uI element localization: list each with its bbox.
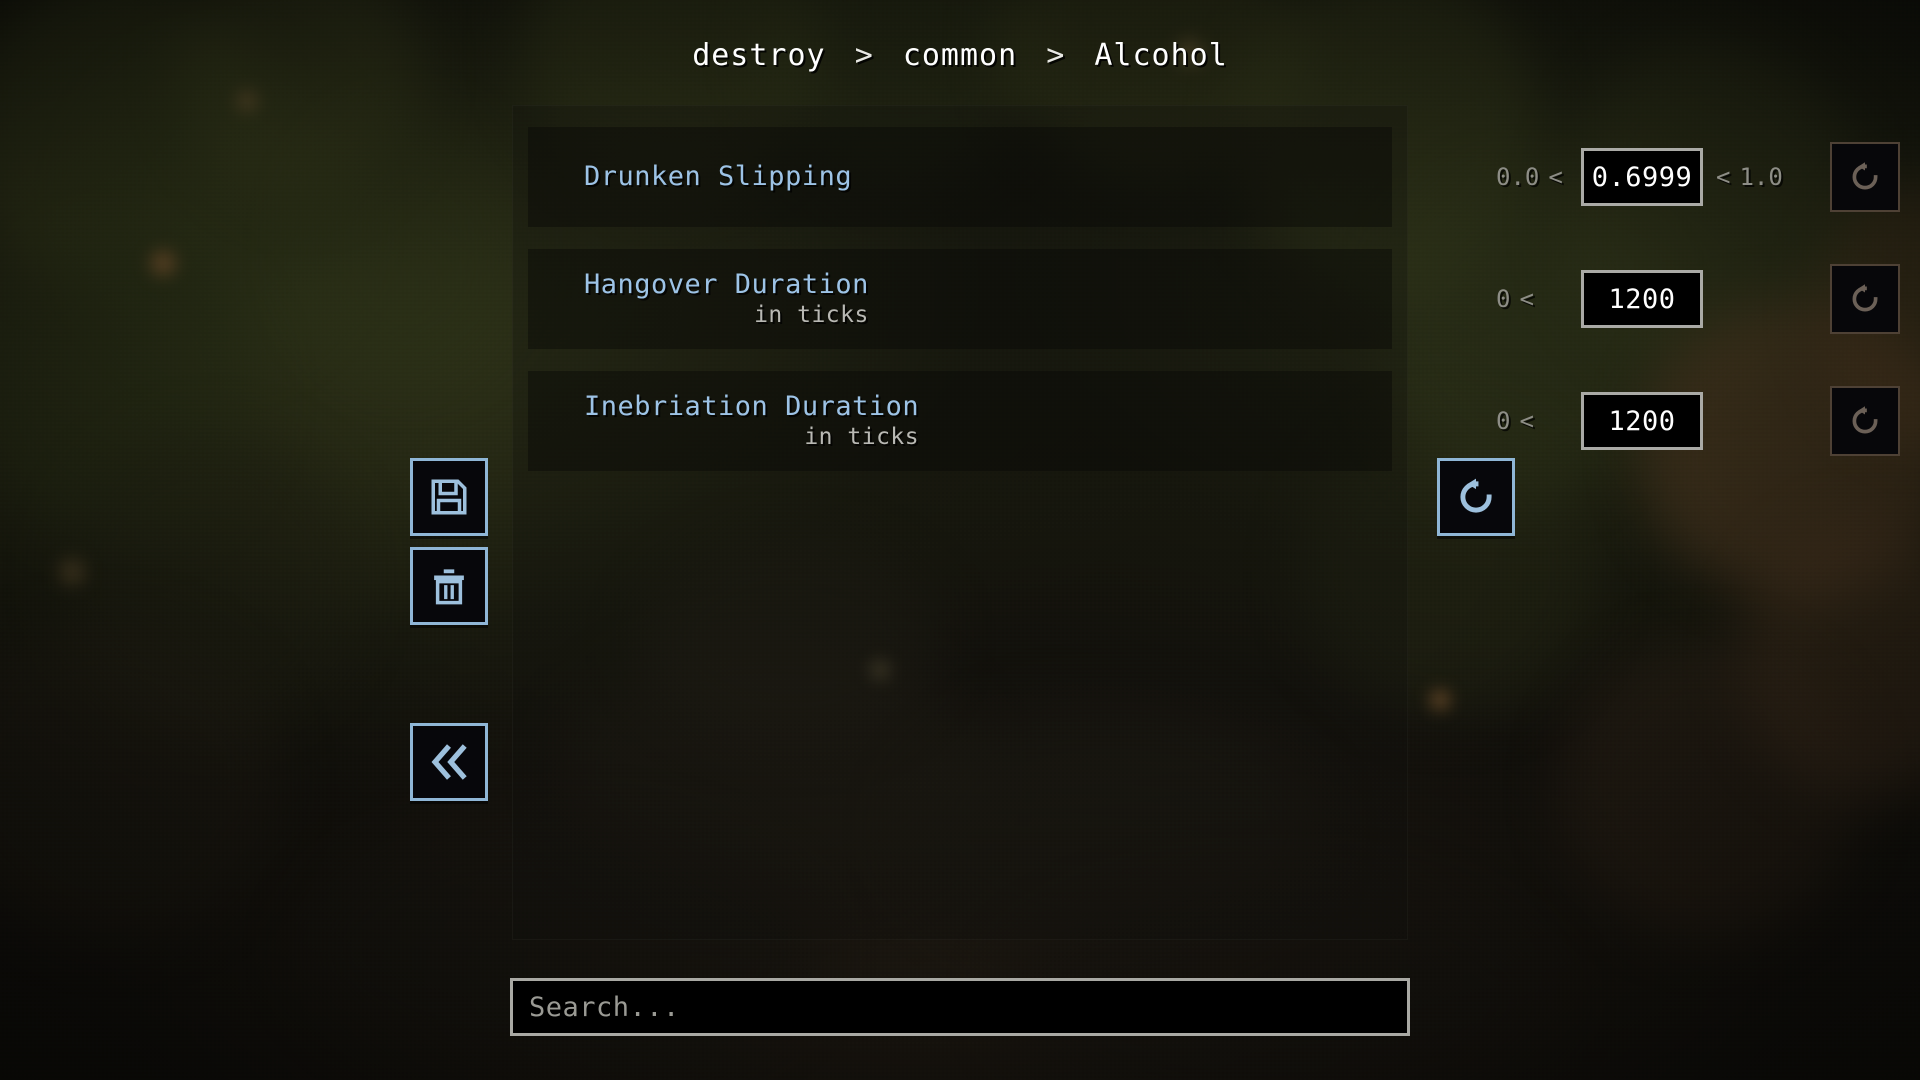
back-button[interactable]	[410, 723, 488, 801]
save-button[interactable]	[410, 458, 488, 536]
setting-reset-button[interactable]	[1830, 264, 1900, 334]
search-input[interactable]: Search...	[510, 978, 1410, 1036]
floppy-disk-icon	[431, 479, 467, 515]
settings-list: Drunken Slipping 0.0 < 0.6999 < 1.0 Hang…	[512, 105, 1900, 493]
breadcrumb-separator: >	[1046, 38, 1066, 73]
setting-min-operator: <	[1519, 285, 1534, 313]
double-chevron-left-icon	[431, 744, 467, 780]
setting-value-input[interactable]: 1200	[1581, 270, 1703, 328]
setting-value-text: 1200	[1608, 405, 1676, 437]
setting-min-value: 0	[1496, 407, 1511, 435]
setting-value-input[interactable]: 0.6999	[1581, 148, 1703, 206]
setting-min-value: 0	[1496, 285, 1511, 313]
setting-row[interactable]: Drunken Slipping 0.0 < 0.6999 < 1.0	[528, 127, 1900, 227]
setting-min-range: 0 <	[1496, 285, 1534, 313]
setting-value-input[interactable]: 1200	[1581, 392, 1703, 450]
reset-arrow-icon	[1852, 284, 1878, 312]
breadcrumb-part-current: Alcohol	[1094, 38, 1228, 73]
setting-row[interactable]: Inebriation Duration in ticks 0 < 1200	[528, 371, 1900, 471]
setting-max-value: 1.0	[1739, 163, 1783, 191]
setting-value-text: 0.6999	[1591, 161, 1693, 193]
setting-min-operator: <	[1519, 407, 1534, 435]
setting-min-range: 0.0 <	[1496, 163, 1563, 191]
breadcrumb-part-root[interactable]: destroy	[692, 38, 825, 73]
setting-max-range: < 1.0	[1716, 163, 1783, 191]
setting-labels: Inebriation Duration in ticks	[584, 371, 919, 471]
setting-title: Inebriation Duration	[584, 390, 920, 422]
reset-all-button[interactable]	[1437, 458, 1515, 536]
breadcrumb-separator: >	[854, 38, 874, 73]
setting-subtitle: in ticks	[754, 301, 869, 328]
reset-arrow-icon	[1852, 406, 1878, 434]
setting-title: Hangover Duration	[584, 268, 869, 300]
delete-button[interactable]	[410, 547, 488, 625]
trash-can-icon	[434, 569, 464, 605]
setting-reset-button[interactable]	[1830, 386, 1900, 456]
setting-min-value: 0.0	[1496, 163, 1540, 191]
setting-value-text: 1200	[1608, 283, 1676, 315]
search-placeholder: Search...	[529, 991, 680, 1023]
setting-reset-button[interactable]	[1830, 142, 1900, 212]
setting-min-range: 0 <	[1496, 407, 1534, 435]
reset-arrow-icon	[1852, 162, 1878, 190]
config-panel: Drunken Slipping 0.0 < 0.6999 < 1.0 Hang…	[512, 105, 1900, 940]
setting-max-operator: <	[1716, 163, 1731, 191]
setting-min-operator: <	[1548, 163, 1563, 191]
setting-row[interactable]: Hangover Duration in ticks 0 < 1200	[528, 249, 1900, 349]
breadcrumb-part-category[interactable]: common	[903, 38, 1017, 73]
setting-labels: Hangover Duration in ticks	[584, 249, 869, 349]
breadcrumb: destroy > common > Alcohol	[0, 38, 1920, 73]
setting-subtitle: in ticks	[804, 423, 920, 450]
setting-labels: Drunken Slipping	[584, 127, 852, 227]
reset-arrow-icon	[1460, 478, 1492, 513]
setting-title: Drunken Slipping	[584, 161, 853, 193]
